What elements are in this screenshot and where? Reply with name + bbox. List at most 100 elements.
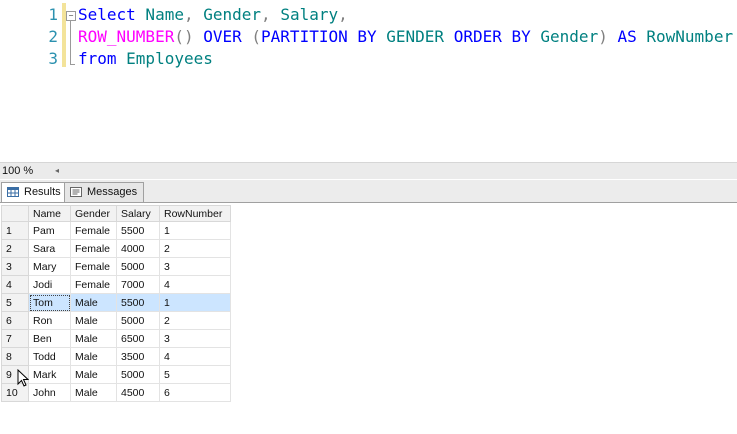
cell-gender[interactable]: Male bbox=[70, 383, 117, 402]
cell-gender[interactable]: Female bbox=[70, 275, 117, 294]
mouse-cursor-icon bbox=[17, 369, 29, 387]
cell-rownumber[interactable]: 6 bbox=[159, 383, 231, 402]
code-token: OVER bbox=[193, 27, 252, 46]
cell-salary[interactable]: 5000 bbox=[116, 311, 160, 330]
code-token: AS bbox=[607, 27, 637, 46]
code-token: ROW_NUMBER bbox=[78, 27, 175, 46]
column-header-salary[interactable]: Salary bbox=[116, 205, 160, 222]
row-header[interactable]: 1 bbox=[1, 221, 29, 240]
cell-salary[interactable]: 4500 bbox=[116, 383, 160, 402]
table-row[interactable]: 6 Ron Male 5000 2 bbox=[1, 311, 231, 330]
code-token: ORDER BY bbox=[444, 27, 531, 46]
column-header-rownumber[interactable]: RowNumber bbox=[159, 205, 231, 222]
row-header[interactable]: 7 bbox=[1, 329, 29, 348]
cell-name[interactable]: Todd bbox=[28, 347, 71, 366]
code-token: () bbox=[174, 27, 194, 46]
code-token: Salary bbox=[270, 5, 339, 24]
cell-gender[interactable]: Male bbox=[70, 329, 117, 348]
table-row[interactable]: 7 Ben Male 6500 3 bbox=[1, 329, 231, 348]
cell-name[interactable]: Pam bbox=[28, 221, 71, 240]
row-header[interactable]: 3 bbox=[1, 257, 29, 276]
row-header[interactable]: 8 bbox=[1, 347, 29, 366]
outline-guide-end bbox=[70, 64, 75, 65]
code-token: Name bbox=[135, 5, 184, 24]
table-row[interactable]: 9 Mark Male 5000 5 bbox=[1, 365, 231, 384]
table-row[interactable]: 5 Tom Male 5500 1 bbox=[1, 293, 231, 312]
cell-rownumber[interactable]: 4 bbox=[159, 275, 231, 294]
table-row[interactable]: 3 Mary Female 5000 3 bbox=[1, 257, 231, 276]
cell-gender[interactable]: Female bbox=[70, 257, 117, 276]
cell-rownumber[interactable]: 3 bbox=[159, 329, 231, 348]
cell-gender[interactable]: Male bbox=[70, 365, 117, 384]
column-header-name[interactable]: Name bbox=[28, 205, 71, 222]
code-token: Gender bbox=[530, 27, 599, 46]
column-header-gender[interactable]: Gender bbox=[70, 205, 117, 222]
results-tab-strip: Results Messages bbox=[0, 180, 737, 203]
code-token: Select bbox=[78, 5, 136, 24]
row-header[interactable]: 4 bbox=[1, 275, 29, 294]
cell-gender[interactable]: Male bbox=[70, 311, 117, 330]
cell-rownumber[interactable]: 2 bbox=[159, 311, 231, 330]
cell-name[interactable]: Tom bbox=[28, 293, 71, 312]
cell-gender[interactable]: Male bbox=[70, 347, 117, 366]
code-token: PARTITION BY bbox=[261, 27, 377, 46]
row-header[interactable]: 6 bbox=[1, 311, 29, 330]
messages-icon bbox=[70, 187, 82, 197]
table-row[interactable]: 2 Sara Female 4000 2 bbox=[1, 239, 231, 258]
table-row[interactable]: 4 Jodi Female 7000 4 bbox=[1, 275, 231, 294]
cell-rownumber[interactable]: 3 bbox=[159, 257, 231, 276]
cell-gender[interactable]: Female bbox=[70, 221, 117, 240]
grid-header-row: Name Gender Salary RowNumber bbox=[1, 205, 231, 222]
table-row[interactable]: 1 Pam Female 5500 1 bbox=[1, 221, 231, 240]
cell-salary[interactable]: 5000 bbox=[116, 257, 160, 276]
collapse-icon[interactable]: − bbox=[66, 11, 76, 21]
code-token: ( bbox=[251, 27, 262, 46]
cell-salary[interactable]: 3500 bbox=[116, 347, 160, 366]
tab-messages[interactable]: Messages bbox=[64, 182, 145, 202]
cell-salary[interactable]: 4000 bbox=[116, 239, 160, 258]
code-token: Gender bbox=[193, 5, 262, 24]
code-token: RowNumber bbox=[636, 27, 734, 46]
code-token: GENDER bbox=[376, 27, 445, 46]
tab-results-label: Results bbox=[24, 186, 61, 198]
table-row[interactable]: 10 John Male 4500 6 bbox=[1, 383, 231, 402]
cell-rownumber[interactable]: 1 bbox=[159, 293, 231, 312]
grid-icon bbox=[7, 187, 19, 197]
outline-guide bbox=[70, 21, 71, 65]
cell-name[interactable]: John bbox=[28, 383, 71, 402]
scroll-left-arrow-icon[interactable]: ◂ bbox=[55, 163, 59, 179]
row-header[interactable]: 2 bbox=[1, 239, 29, 258]
cell-rownumber[interactable]: 4 bbox=[159, 347, 231, 366]
cell-name[interactable]: Ben bbox=[28, 329, 71, 348]
code-text: Select Name, Gender, Salary, bbox=[78, 4, 348, 26]
row-header[interactable]: 5 bbox=[1, 293, 29, 312]
code-text: ROW_NUMBER() OVER (PARTITION BY GENDER O… bbox=[78, 26, 733, 48]
line-number: 1 bbox=[48, 5, 58, 24]
cell-gender[interactable]: Female bbox=[70, 239, 117, 258]
cell-salary[interactable]: 5500 bbox=[116, 293, 160, 312]
grid-corner[interactable] bbox=[1, 205, 29, 222]
tab-messages-label: Messages bbox=[87, 186, 138, 198]
sql-editor[interactable]: − 1 Select Name, Gender, Salary, 2 ROW_NUMB… bbox=[0, 0, 737, 163]
tab-results[interactable]: Results bbox=[1, 182, 68, 203]
cell-name[interactable]: Sara bbox=[28, 239, 71, 258]
cell-salary[interactable]: 6500 bbox=[116, 329, 160, 348]
cell-salary[interactable]: 5000 bbox=[116, 365, 160, 384]
code-token: , bbox=[338, 5, 348, 24]
cell-salary[interactable]: 5500 bbox=[116, 221, 160, 240]
cell-name[interactable]: Mark bbox=[28, 365, 71, 384]
cell-name[interactable]: Jodi bbox=[28, 275, 71, 294]
line-number: 2 bbox=[48, 27, 58, 46]
cell-name[interactable]: Mary bbox=[28, 257, 71, 276]
cell-name[interactable]: Ron bbox=[28, 311, 71, 330]
cell-gender[interactable]: Male bbox=[70, 293, 117, 312]
code-token: ) bbox=[598, 27, 608, 46]
cell-rownumber[interactable]: 5 bbox=[159, 365, 231, 384]
cell-rownumber[interactable]: 1 bbox=[159, 221, 231, 240]
cell-rownumber[interactable]: 2 bbox=[159, 239, 231, 258]
code-token: , bbox=[183, 5, 194, 24]
code-token: from bbox=[78, 49, 117, 68]
table-row[interactable]: 8 Todd Male 3500 4 bbox=[1, 347, 231, 366]
zoom-level[interactable]: 100 % bbox=[2, 163, 33, 179]
cell-salary[interactable]: 7000 bbox=[116, 275, 160, 294]
